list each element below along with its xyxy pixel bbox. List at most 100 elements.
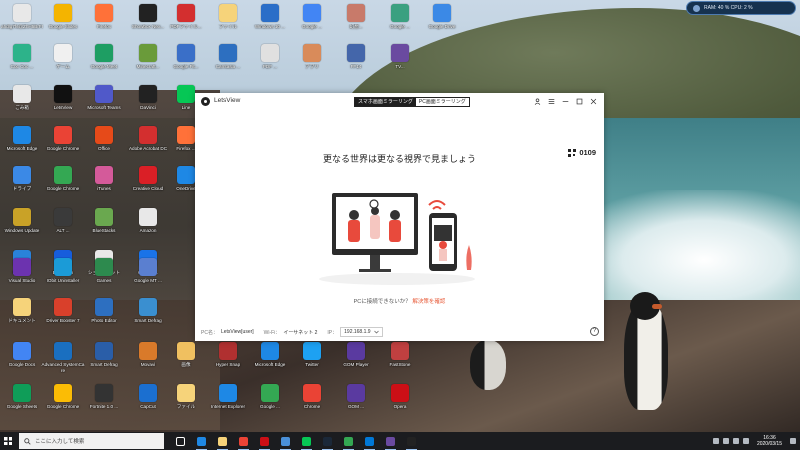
desktop-icon[interactable]: GOM Player — [334, 340, 378, 378]
desktop-icon[interactable]: TV... — [378, 42, 422, 80]
desktop-icon[interactable]: Microsoft Edge — [248, 340, 292, 378]
app-icon — [219, 4, 237, 22]
desktop-icon[interactable]: Windows 10 ... — [248, 2, 292, 40]
desktop-icon[interactable]: ドライブ — [0, 164, 44, 202]
desktop-icon[interactable]: Fortnite 1.0 ... — [82, 382, 126, 420]
desktop-icon-label: LetsView — [53, 105, 73, 110]
desktop-icon[interactable]: Opera — [378, 382, 422, 420]
ime-icon[interactable] — [742, 438, 749, 444]
desktop-icon[interactable]: BlueStacks — [82, 206, 126, 244]
desktop-icon[interactable]: Photo Editor — [82, 296, 126, 334]
desktop-icon[interactable]: PDF ... — [248, 42, 292, 80]
desktop-icon[interactable]: ファイル — [164, 382, 208, 420]
taskbar-app-task-view[interactable] — [170, 432, 191, 450]
desktop-icon[interactable]: Windows Update — [0, 206, 44, 244]
network-icon[interactable] — [722, 438, 729, 444]
taskbar-app-line[interactable] — [296, 432, 317, 450]
desktop-icon[interactable]: Firefox — [82, 2, 126, 40]
notification-icon[interactable] — [790, 438, 796, 444]
app-icon — [139, 4, 157, 22]
user-icon[interactable] — [530, 96, 544, 107]
close-icon[interactable] — [586, 96, 600, 107]
desktop-icon[interactable]: Smart Defrag — [126, 296, 170, 334]
desktop-icon[interactable]: Visual Studio — [0, 256, 44, 294]
desktop-icon[interactable]: ファイル — [206, 2, 250, 40]
desktop-icon[interactable]: Google Slides — [41, 2, 85, 40]
desktop-icon[interactable]: Google ... — [290, 2, 334, 40]
volume-icon[interactable] — [732, 438, 739, 444]
desktop-icon[interactable]: Google Chrome — [41, 164, 85, 202]
clock[interactable]: 16:36 2020/03/15 — [757, 435, 782, 447]
tray-chevron-icon[interactable] — [712, 438, 719, 444]
taskbar-app-letsview[interactable] — [401, 432, 422, 450]
desktop-icon[interactable]: Smart Defrag — [82, 340, 126, 378]
taskbar-app-chrome[interactable] — [233, 432, 254, 450]
desktop-icon[interactable]: Microsoft Teams — [82, 83, 126, 121]
desktop-icon[interactable]: Chrome — [290, 382, 334, 420]
ip-select[interactable]: 192.168.1.9 — [340, 327, 383, 337]
desktop-icon[interactable]: Advanced SystemCare — [41, 340, 85, 378]
maximize-icon[interactable] — [572, 96, 586, 107]
desktop-icon[interactable]: GOM ... — [334, 382, 378, 420]
desktop-icon[interactable]: iTunes — [82, 164, 126, 202]
taskbar-search[interactable]: ここに入力して検索 — [19, 433, 164, 449]
app-icon — [261, 44, 279, 62]
title-bar[interactable]: LetsView スマホ画面ミラーリング PC画面ミラーリング — [195, 93, 604, 110]
start-button[interactable] — [0, 432, 16, 450]
desktop-icon[interactable]: Hyper Snap — [206, 340, 250, 378]
desktop-icon[interactable]: Google Drive — [420, 2, 464, 40]
desktop-icon[interactable]: Google Chrome — [41, 124, 85, 162]
system-monitor-widget[interactable]: RAM: 40 % CPU: 2 % — [686, 1, 796, 15]
desktop-icon[interactable]: ごみ箱 — [0, 83, 44, 121]
taskbar-app-edge[interactable] — [191, 432, 212, 450]
desktop-icon[interactable]: Internet Explorer — [206, 382, 250, 420]
desktop-icon[interactable]: Camtasia ... — [206, 42, 250, 80]
taskbar-app-explorer[interactable] — [212, 432, 233, 450]
minimize-icon[interactable] — [558, 96, 572, 107]
taskbar-app-steam[interactable] — [317, 432, 338, 450]
desktop-icon[interactable]: ドキュメント — [0, 296, 44, 334]
desktop-icon[interactable]: FF14 — [334, 42, 378, 80]
desktop-icon[interactable]: アプリ — [290, 42, 334, 80]
taskbar-app-chrome-2[interactable] — [338, 432, 359, 450]
desktop-icon[interactable]: 幻想... — [334, 2, 378, 40]
help-icon[interactable]: ? — [590, 327, 599, 336]
desktop-icon[interactable]: Google Sheets — [0, 382, 44, 420]
taskbar-app-opera[interactable] — [254, 432, 275, 450]
desktop-icon[interactable]: ahdlg7fs@ZhH5BrFI — [0, 2, 44, 40]
desktop-icon[interactable]: ALT ... — [41, 206, 85, 244]
desktop-icon[interactable]: Google Meet — [82, 42, 126, 80]
desktop-icon[interactable]: Google MT ... — [126, 256, 170, 294]
desktop-icon[interactable]: Games — [82, 256, 126, 294]
desktop-icon[interactable]: Google Chrome — [41, 382, 85, 420]
app-icon — [13, 258, 31, 276]
tab-pc-mirroring[interactable]: PC画面ミラーリング — [415, 98, 469, 106]
qr-code-icon — [568, 148, 577, 157]
tab-phone-mirroring[interactable]: スマホ画面ミラーリング — [355, 98, 416, 106]
connection-code[interactable]: 0109 — [568, 148, 596, 157]
app-icon — [219, 44, 237, 62]
desktop-icon[interactable]: Twitter — [290, 340, 334, 378]
desktop-icon[interactable]: LetsView — [41, 83, 85, 121]
desktop-icon[interactable]: Google ... — [248, 382, 292, 420]
app-icon — [95, 126, 113, 144]
taskbar-app-store[interactable] — [359, 432, 380, 450]
desktop-icon[interactable]: Google Fit... — [164, 42, 208, 80]
desktop-icon[interactable]: 画像 — [164, 340, 208, 378]
desktop-icon[interactable]: FastStone — [378, 340, 422, 378]
taskbar-app-mail[interactable] — [275, 432, 296, 450]
desktop-icon[interactable]: Google ... — [378, 2, 422, 40]
desktop-icon[interactable]: Driver Booster 7 — [41, 296, 85, 334]
desktop-icon[interactable]: Office — [82, 124, 126, 162]
desktop-icon[interactable]: IObit Uninstaller — [41, 256, 85, 294]
taskbar-app-photos[interactable] — [380, 432, 401, 450]
desktop-icon[interactable]: Coc Coc ... — [0, 42, 44, 80]
desktop-icon[interactable]: ゲーム — [41, 42, 85, 80]
troubleshoot-link[interactable]: 解決策を確認 — [412, 299, 445, 305]
menu-icon[interactable] — [544, 96, 558, 107]
desktop-icon[interactable]: PDFファイル... — [164, 2, 208, 40]
desktop-icon[interactable]: Google Docs — [0, 340, 44, 378]
app-icon — [261, 384, 279, 402]
desktop-icon[interactable]: Microsoft Edge — [0, 124, 44, 162]
desktop-icon[interactable]: Amazon — [126, 206, 170, 244]
